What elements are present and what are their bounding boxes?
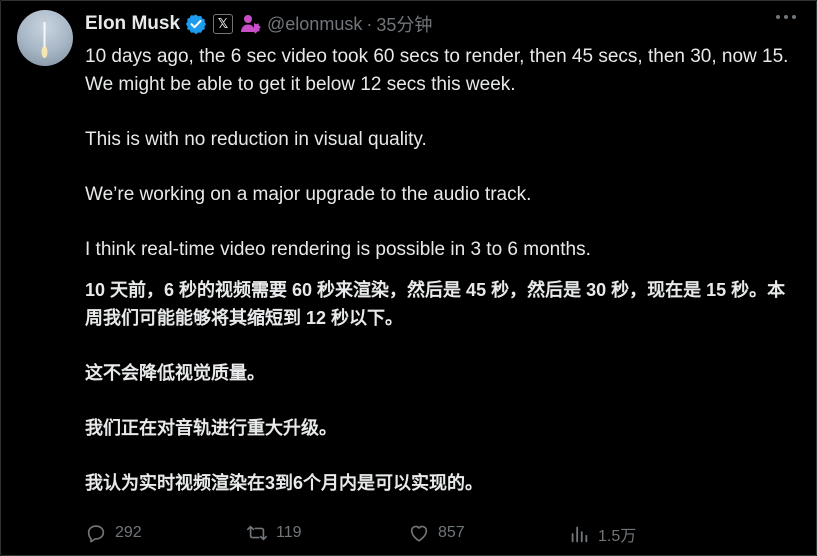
reply-count: 292 — [115, 524, 142, 541]
action-bar: 292 119 857 1.5万 — [1, 522, 817, 552]
person-affiliate-icon — [241, 15, 261, 34]
tweet-card: Elon Musk 𝕏 @elonmusk · 35分钟 10 days ago… — [0, 0, 817, 556]
retweet-button[interactable]: 119 — [246, 522, 302, 544]
reply-icon — [87, 525, 105, 543]
tweet-text-english: 10 days ago, the 6 sec video took 60 sec… — [85, 43, 801, 264]
verified-badge-icon — [185, 14, 207, 35]
tweet-paragraph: This is with no reduction in visual qual… — [85, 129, 427, 150]
reply-button[interactable]: 292 — [85, 522, 142, 544]
retweet-icon — [247, 525, 267, 541]
separator-dot: · — [366, 13, 373, 34]
tweet-paragraph: I think real-time video rendering is pos… — [85, 239, 591, 260]
views-bar-icon — [571, 526, 588, 543]
x-logo-icon: 𝕏 — [213, 14, 234, 34]
tweet-text-chinese: 10 天前，6 秒的视频需要 60 秒来渲染，然后是 45 秒，然后是 30 秒… — [85, 276, 801, 497]
tweet-paragraph-zh: 我们正在对音轨进行重大升级。 — [85, 418, 337, 438]
author-handle[interactable]: @elonmusk — [267, 14, 362, 35]
retweet-count: 119 — [276, 524, 302, 541]
author-name[interactable]: Elon Musk — [85, 13, 180, 35]
tweet-paragraph: We’re working on a major upgrade to the … — [85, 184, 532, 205]
like-button[interactable]: 857 — [408, 522, 465, 544]
tweet-header: Elon Musk 𝕏 @elonmusk · 35分钟 — [85, 11, 432, 37]
timestamp[interactable]: 35分钟 — [376, 11, 432, 37]
heart-icon — [410, 525, 428, 542]
views-button[interactable]: 1.5万 — [568, 522, 636, 546]
tweet-paragraph-zh: 这不会降低视觉质量。 — [85, 363, 265, 383]
tweet-paragraph-zh: 我认为实时视频渲染在3到6个月内是可以实现的。 — [85, 473, 484, 493]
tweet-paragraph: 10 days ago, the 6 sec video took 60 sec… — [85, 46, 794, 95]
avatar[interactable] — [17, 10, 73, 66]
like-count: 857 — [438, 524, 465, 541]
tweet-paragraph-zh: 10 天前，6 秒的视频需要 60 秒来渲染，然后是 45 秒，然后是 30 秒… — [85, 280, 786, 328]
views-count: 1.5万 — [598, 528, 637, 545]
more-dots-icon[interactable] — [776, 15, 796, 19]
rocket-icon — [41, 22, 48, 58]
